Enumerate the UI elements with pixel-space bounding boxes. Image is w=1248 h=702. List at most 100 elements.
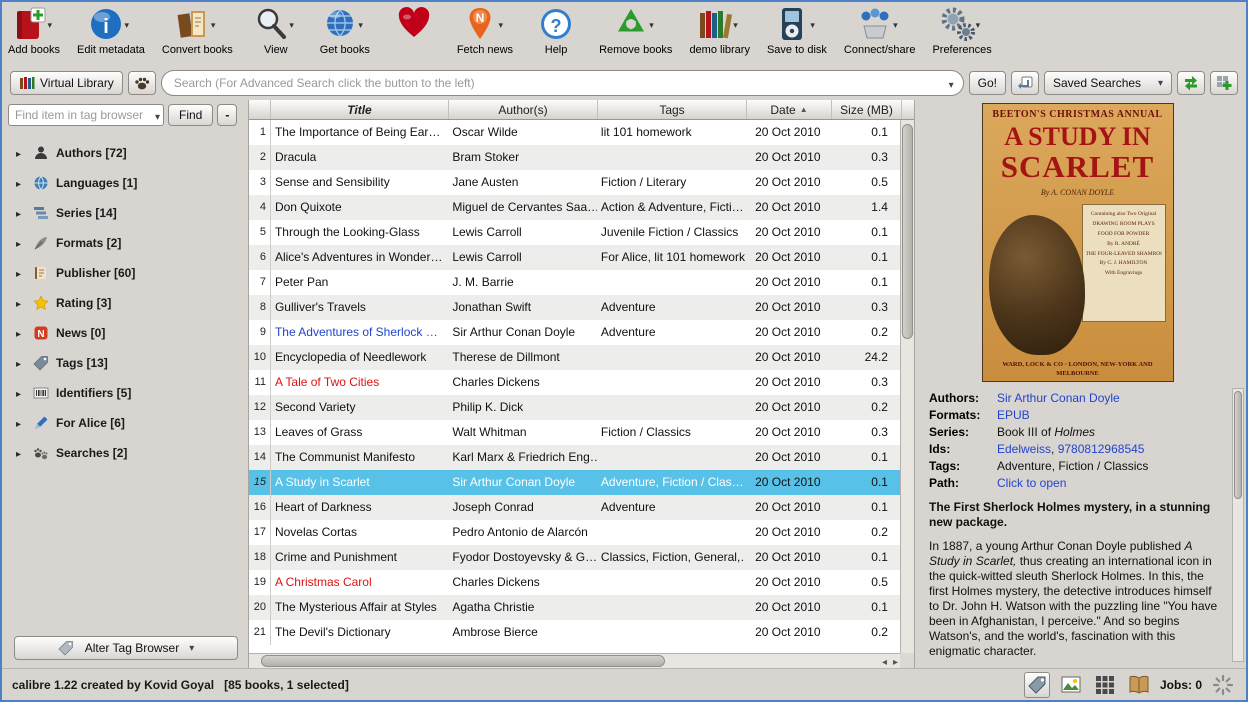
formats-field-value[interactable]: EPUB bbox=[997, 408, 1226, 422]
table-row[interactable]: 5 Through the Looking-Glass Lewis Carrol… bbox=[249, 220, 900, 245]
saved-searches-dropdown[interactable]: Saved Searches bbox=[1044, 71, 1172, 95]
cell-date[interactable]: 20 Oct 2010 bbox=[745, 170, 830, 195]
cell-authors[interactable]: Walt Whitman bbox=[448, 420, 597, 445]
table-row[interactable]: 1 The Importance of Being Ear… Oscar Wil… bbox=[249, 120, 900, 145]
table-row[interactable]: 6 Alice's Adventures in Wonder… Lewis Ca… bbox=[249, 245, 900, 270]
cell-tags[interactable]: Adventure bbox=[597, 295, 746, 320]
jobs-spinner-icon[interactable] bbox=[1210, 672, 1236, 698]
cell-date[interactable]: 20 Oct 2010 bbox=[745, 245, 830, 270]
column-header-tags[interactable]: Tags bbox=[598, 100, 747, 119]
chevron-right-icon[interactable] bbox=[16, 356, 26, 370]
virtual-library-button[interactable]: Virtual Library bbox=[10, 71, 123, 95]
table-horizontal-scrollbar[interactable] bbox=[249, 653, 900, 668]
dropdown-arrow-icon[interactable] bbox=[358, 17, 367, 31]
dropdown-arrow-icon[interactable] bbox=[893, 17, 902, 31]
column-header-number[interactable] bbox=[249, 100, 271, 119]
sidebar-item-rating[interactable]: Rating [3] bbox=[8, 288, 244, 318]
table-row[interactable]: 4 Don Quixote Miguel de Cervantes Saa… A… bbox=[249, 195, 900, 220]
cell-size[interactable]: 0.1 bbox=[830, 270, 900, 295]
dropdown-arrow-icon[interactable] bbox=[810, 17, 819, 31]
sidebar-item-identifiers[interactable]: Identifiers [5] bbox=[8, 378, 244, 408]
dropdown-arrow-icon[interactable] bbox=[289, 17, 298, 31]
cell-tags[interactable]: Adventure, Fiction / Clas… bbox=[597, 470, 746, 495]
save-to-disk-button[interactable]: Save to disk bbox=[767, 5, 827, 56]
cell-authors[interactable]: Joseph Conrad bbox=[448, 495, 597, 520]
sidebar-item-searches[interactable]: Searches [2] bbox=[8, 438, 244, 468]
cell-date[interactable]: 20 Oct 2010 bbox=[745, 220, 830, 245]
copy-search-button[interactable] bbox=[1011, 71, 1039, 95]
dropdown-arrow-icon[interactable] bbox=[124, 17, 133, 31]
cell-date[interactable]: 20 Oct 2010 bbox=[745, 345, 830, 370]
help-button[interactable]: ? Help bbox=[530, 5, 582, 56]
jobs-label[interactable]: Jobs: 0 bbox=[1160, 678, 1202, 692]
sidebar-item-news[interactable]: NNews [0] bbox=[8, 318, 244, 348]
cell-authors[interactable]: Lewis Carroll bbox=[448, 245, 597, 270]
table-row[interactable]: 17 Novelas Cortas Pedro Antonio de Alarc… bbox=[249, 520, 900, 545]
sidebar-item-for-alice[interactable]: For Alice [6] bbox=[8, 408, 244, 438]
ids-link-edelweiss[interactable]: Edelweiss bbox=[997, 442, 1051, 456]
remove-books-button[interactable]: Remove books bbox=[599, 5, 672, 56]
chevron-right-icon[interactable] bbox=[16, 386, 26, 400]
cell-date[interactable]: 20 Oct 2010 bbox=[745, 445, 830, 470]
cell-title[interactable]: A Study in Scarlet bbox=[271, 470, 448, 495]
book-cover[interactable]: BEETON'S CHRISTMAS ANNUAL A STUDY IN SCA… bbox=[983, 104, 1173, 381]
cell-authors[interactable]: Sir Arthur Conan Doyle bbox=[448, 320, 597, 345]
chevron-right-icon[interactable] bbox=[16, 236, 26, 250]
cell-size[interactable]: 1.4 bbox=[830, 195, 900, 220]
table-row[interactable]: 12 Second Variety Philip K. Dick 20 Oct … bbox=[249, 395, 900, 420]
cell-tags[interactable] bbox=[597, 520, 746, 545]
chevron-right-icon[interactable] bbox=[16, 446, 26, 460]
cell-size[interactable]: 0.2 bbox=[830, 395, 900, 420]
sidebar-item-authors[interactable]: Authors [72] bbox=[8, 138, 244, 168]
table-row[interactable]: 18 Crime and Punishment Fyodor Dostoyevs… bbox=[249, 545, 900, 570]
cell-size[interactable]: 0.3 bbox=[830, 145, 900, 170]
dropdown-arrow-icon[interactable] bbox=[48, 17, 57, 31]
cell-authors[interactable]: Pedro Antonio de Alarcón bbox=[448, 520, 597, 545]
cell-title[interactable]: The Adventures of Sherlock … bbox=[271, 320, 448, 345]
cell-size[interactable]: 0.2 bbox=[830, 320, 900, 345]
cell-date[interactable]: 20 Oct 2010 bbox=[745, 320, 830, 345]
table-row[interactable]: 2 Dracula Bram Stoker 20 Oct 2010 0.3 bbox=[249, 145, 900, 170]
cell-tags[interactable] bbox=[597, 395, 746, 420]
chevron-right-icon[interactable] bbox=[16, 266, 26, 280]
search-history-arrow-icon[interactable] bbox=[949, 77, 954, 91]
cell-tags[interactable]: Classics, Fiction, General,… bbox=[597, 545, 746, 570]
cell-tags[interactable]: lit 101 homework bbox=[597, 120, 746, 145]
dropdown-arrow-icon[interactable] bbox=[976, 17, 985, 31]
cell-tags[interactable] bbox=[597, 445, 746, 470]
vertical-scrollbar-thumb[interactable] bbox=[902, 124, 913, 339]
cell-tags[interactable]: Fiction / Literary bbox=[597, 170, 746, 195]
cell-authors[interactable]: Philip K. Dick bbox=[448, 395, 597, 420]
cell-tags[interactable]: For Alice, lit 101 homework bbox=[597, 245, 746, 270]
details-vertical-scrollbar[interactable] bbox=[1232, 388, 1244, 662]
cell-title[interactable]: Crime and Punishment bbox=[271, 545, 448, 570]
table-row[interactable]: 7 Peter Pan J. M. Barrie 20 Oct 2010 0.1 bbox=[249, 270, 900, 295]
cell-date[interactable]: 20 Oct 2010 bbox=[745, 620, 830, 645]
table-row[interactable]: 20 The Mysterious Affair at Styles Agath… bbox=[249, 595, 900, 620]
cell-size[interactable]: 0.1 bbox=[830, 495, 900, 520]
cell-title[interactable]: Heart of Darkness bbox=[271, 495, 448, 520]
cell-date[interactable]: 20 Oct 2010 bbox=[745, 495, 830, 520]
dropdown-arrow-icon[interactable] bbox=[733, 17, 742, 31]
swap-saved-search-button[interactable] bbox=[1177, 71, 1205, 95]
horizontal-scrollbar-thumb[interactable] bbox=[261, 655, 665, 667]
chevron-right-icon[interactable] bbox=[16, 296, 26, 310]
toggle-cover-browser-button[interactable] bbox=[1058, 672, 1084, 698]
chevron-right-icon[interactable] bbox=[16, 326, 26, 340]
cell-size[interactable]: 0.3 bbox=[830, 420, 900, 445]
cell-authors[interactable]: Oscar Wilde bbox=[448, 120, 597, 145]
get-books-button[interactable]: Get books bbox=[319, 5, 371, 56]
scroll-left-icon[interactable] bbox=[882, 654, 887, 668]
connect-share-button[interactable]: Connect/share bbox=[844, 5, 916, 56]
cell-date[interactable]: 20 Oct 2010 bbox=[745, 595, 830, 620]
alter-tag-browser-button[interactable]: Alter Tag Browser bbox=[14, 636, 238, 660]
details-scrollbar-thumb[interactable] bbox=[1234, 391, 1242, 499]
cell-date[interactable]: 20 Oct 2010 bbox=[745, 395, 830, 420]
authors-field-value[interactable]: Sir Arthur Conan Doyle bbox=[997, 391, 1226, 405]
column-header-title[interactable]: Title bbox=[271, 100, 449, 119]
sidebar-item-tags[interactable]: Tags [13] bbox=[8, 348, 244, 378]
collapse-all-button[interactable]: - bbox=[217, 104, 237, 126]
find-button[interactable]: Find bbox=[168, 104, 213, 126]
cell-title[interactable]: A Tale of Two Cities bbox=[271, 370, 448, 395]
cell-size[interactable]: 0.5 bbox=[830, 570, 900, 595]
